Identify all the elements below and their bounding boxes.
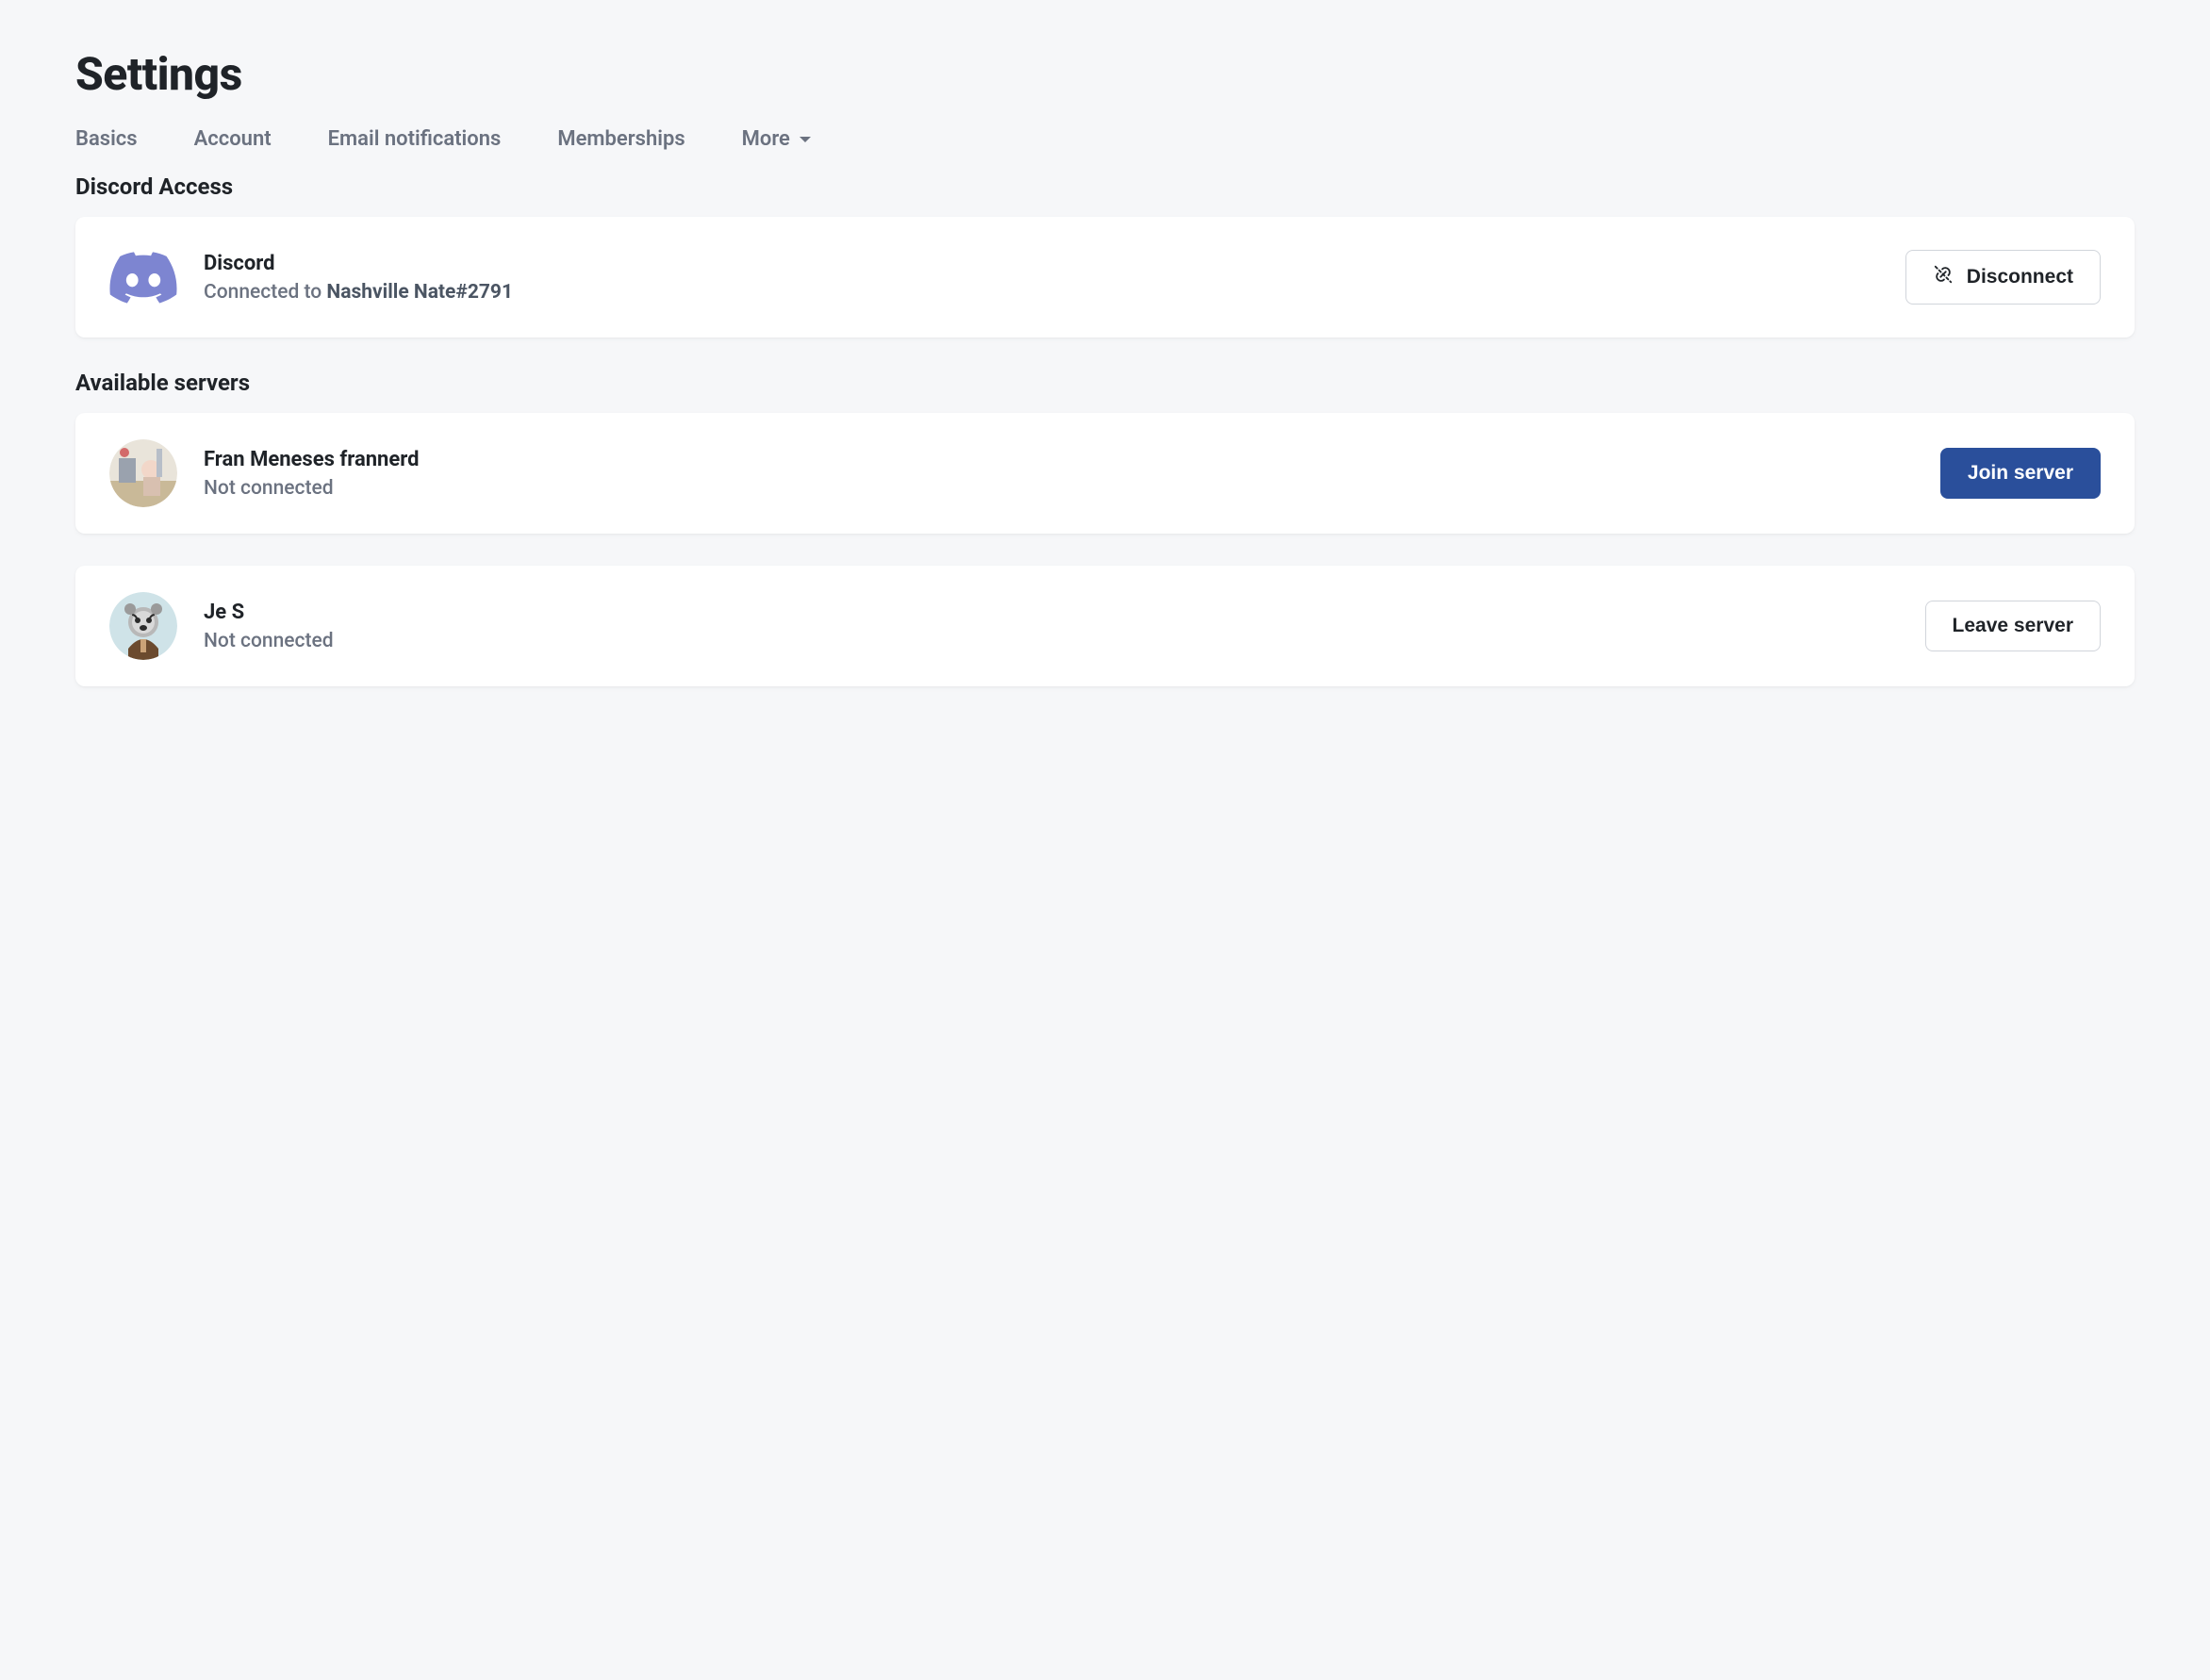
server-name: Fran Meneses frannerd <box>204 448 420 471</box>
settings-tabs: Basics Account Email notifications Membe… <box>75 127 2135 151</box>
leave-server-button[interactable]: Leave server <box>1925 601 2101 651</box>
server-row: Je S Not connected Leave server <box>75 566 2135 686</box>
tab-more[interactable]: More <box>742 127 813 151</box>
server-status: Not connected <box>204 630 334 652</box>
server-status: Not connected <box>204 477 420 500</box>
discord-connection-card: Discord Connected to Nashville Nate#2791… <box>75 217 2135 338</box>
discord-icon <box>109 243 177 311</box>
tab-email-notifications[interactable]: Email notifications <box>328 127 502 151</box>
server-name: Je S <box>204 601 334 624</box>
discord-connected-prefix: Connected to <box>204 281 326 304</box>
server-avatar <box>109 439 177 507</box>
tab-basics[interactable]: Basics <box>75 127 138 151</box>
discord-connected-status: Connected to Nashville Nate#2791 <box>204 281 513 304</box>
chevron-down-icon <box>798 132 813 147</box>
tab-memberships[interactable]: Memberships <box>557 127 684 151</box>
join-server-button[interactable]: Join server <box>1940 448 2101 499</box>
available-servers-heading: Available servers <box>75 370 2135 396</box>
server-avatar <box>109 592 177 660</box>
disconnect-button[interactable]: Disconnect <box>1905 250 2101 305</box>
server-row: Fran Meneses frannerd Not connected Join… <box>75 413 2135 534</box>
discord-connected-user: Nashville Nate#2791 <box>326 281 513 304</box>
page-title: Settings <box>75 47 2135 101</box>
disconnect-button-label: Disconnect <box>1967 266 2073 288</box>
discord-access-heading: Discord Access <box>75 173 2135 200</box>
tab-account[interactable]: Account <box>194 127 272 151</box>
unlink-icon <box>1933 264 1954 290</box>
discord-service-name: Discord <box>204 252 513 275</box>
tab-more-label: More <box>742 127 790 151</box>
